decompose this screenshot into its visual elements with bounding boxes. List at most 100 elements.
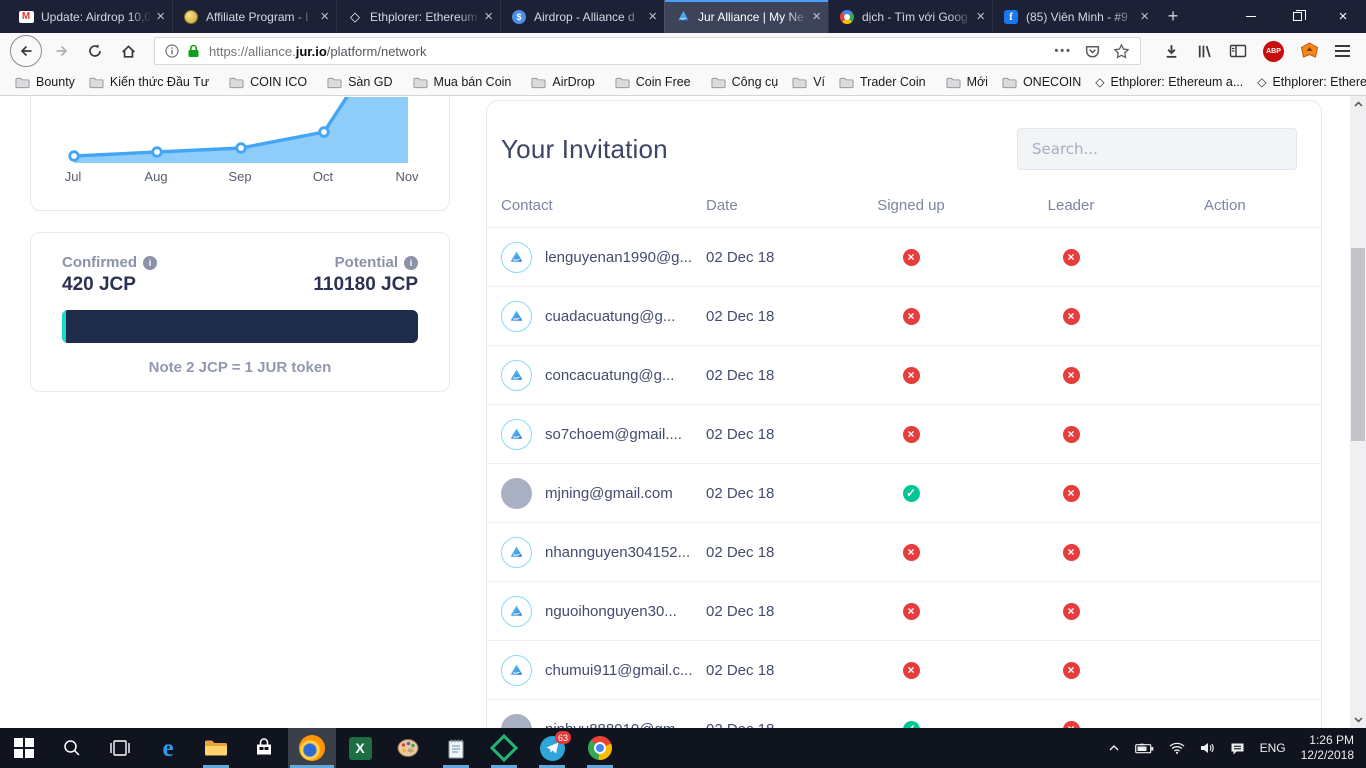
taskbar-paint-icon[interactable] bbox=[384, 728, 432, 768]
page-actions-icon[interactable]: ••• bbox=[1054, 45, 1072, 57]
new-tab-button[interactable]: + bbox=[1156, 0, 1190, 33]
bookmark-folder[interactable]: Công cụ bbox=[704, 71, 786, 93]
site-info-icon[interactable] bbox=[165, 44, 179, 58]
bookmark-star-icon[interactable] bbox=[1113, 42, 1130, 60]
browser-tab-facebook[interactable]: f (85) Viên Minh - #9 × bbox=[992, 0, 1156, 33]
forward-button[interactable] bbox=[47, 36, 77, 66]
taskbar-notepad-icon[interactable] bbox=[432, 728, 480, 768]
close-button[interactable]: × bbox=[1320, 0, 1366, 33]
minimize-button[interactable] bbox=[1228, 0, 1274, 33]
taskbar-task-view-icon[interactable] bbox=[96, 728, 144, 768]
signed-up-cell: × bbox=[836, 307, 986, 325]
downloads-icon[interactable] bbox=[1163, 43, 1180, 60]
browser-tab-ethplorer[interactable]: ◇ Ethplorer: Ethereum × bbox=[336, 0, 500, 33]
metamask-icon[interactable] bbox=[1300, 42, 1319, 60]
tab-close-icon[interactable]: × bbox=[812, 9, 821, 24]
table-row: nguoihonguyen30... 02 Dec 18 × × bbox=[487, 581, 1321, 640]
bookmark-folder[interactable]: Trader Coin bbox=[832, 71, 933, 93]
bookmark-folder[interactable]: ONECOIN bbox=[995, 71, 1088, 93]
bookmark-folder[interactable]: Bounty bbox=[8, 71, 82, 93]
x-tick-label: Jul bbox=[64, 169, 82, 184]
https-padlock-icon[interactable] bbox=[187, 44, 200, 58]
taskbar-search-icon[interactable] bbox=[48, 728, 96, 768]
restore-button[interactable] bbox=[1274, 0, 1320, 33]
library-icon[interactable] bbox=[1196, 43, 1213, 60]
bookmark-label: Công cụ bbox=[731, 75, 779, 89]
date-cell: 02 Dec 18 bbox=[706, 721, 836, 729]
tab-close-icon[interactable]: × bbox=[484, 9, 493, 24]
scroll-up-arrow[interactable] bbox=[1350, 96, 1366, 112]
scrollbar-thumb[interactable] bbox=[1351, 248, 1365, 441]
scroll-down-arrow[interactable] bbox=[1350, 712, 1366, 728]
bookmark-label: Ethplorer: Ethereum a... bbox=[1272, 75, 1366, 89]
bookmark-folder[interactable]: Coin Free bbox=[608, 71, 698, 93]
reload-button[interactable] bbox=[80, 36, 110, 66]
bookmarks-bar: Bounty Kiến thức Đầu Tư COIN ICO Sàn GD Mua … bbox=[0, 69, 1366, 96]
tab-close-icon[interactable]: × bbox=[976, 9, 985, 24]
jcp-progress-fill bbox=[62, 310, 66, 343]
info-icon[interactable]: i bbox=[404, 255, 418, 270]
jcp-note: Note 2 JCP = 1 JUR token bbox=[148, 359, 332, 376]
info-icon[interactable]: i bbox=[143, 255, 157, 270]
bookmark-folder[interactable]: COIN ICO bbox=[222, 71, 314, 93]
taskbar-explorer-icon[interactable] bbox=[192, 728, 240, 768]
taskbar-firefox-icon[interactable] bbox=[288, 728, 336, 768]
taskbar-store-icon[interactable] bbox=[240, 728, 288, 768]
language-indicator[interactable]: ENG bbox=[1260, 741, 1286, 755]
taskbar-green-diamond-icon[interactable] bbox=[480, 728, 528, 768]
browser-scrollbar[interactable] bbox=[1350, 96, 1366, 728]
cross-circle-icon: × bbox=[1062, 366, 1080, 384]
browser-tab-coin[interactable]: Affiliate Program - I × bbox=[172, 0, 336, 33]
bookmark-folder[interactable]: Mua bán Coin bbox=[406, 71, 519, 93]
wifi-icon[interactable] bbox=[1169, 742, 1185, 754]
browser-tab-gmail[interactable]: M Update: Airdrop 10,0 × bbox=[8, 0, 172, 33]
bookmark-label: AirDrop bbox=[552, 75, 595, 89]
jur-logo-avatar bbox=[501, 536, 532, 568]
taskbar-start-icon[interactable] bbox=[0, 728, 48, 768]
table-header-row: Contact Date Signed up Leader Action bbox=[487, 183, 1321, 227]
bookmark-link[interactable]: ◇ Ethplorer: Ethereum a... bbox=[1088, 71, 1250, 93]
cross-circle-icon: × bbox=[902, 602, 920, 620]
signed-up-cell: × bbox=[836, 661, 986, 679]
browser-tab-jur[interactable]: Jur Alliance | My Ne × bbox=[664, 0, 828, 33]
bookmark-folder[interactable]: AirDrop bbox=[524, 71, 601, 93]
sidebar-icon[interactable] bbox=[1229, 43, 1247, 59]
home-button[interactable] bbox=[113, 36, 143, 66]
adblock-plus-icon[interactable]: ABP bbox=[1263, 40, 1284, 62]
folder-icon bbox=[615, 76, 630, 89]
cross-circle-icon: × bbox=[1062, 425, 1080, 443]
taskbar-chrome-icon[interactable] bbox=[576, 728, 624, 768]
contact-email: mjning@gmail.com bbox=[545, 484, 673, 502]
tab-close-icon[interactable]: × bbox=[648, 9, 657, 24]
taskbar-excel-icon[interactable]: X bbox=[336, 728, 384, 768]
clock[interactable]: 1:26 PM 12/2/2018 bbox=[1301, 733, 1354, 763]
url-bar[interactable]: https://alliance.jur.io/platform/network… bbox=[154, 37, 1141, 65]
action-center-icon[interactable] bbox=[1230, 742, 1245, 755]
browser-tab-google[interactable]: dịch - Tìm với Goog × bbox=[828, 0, 992, 33]
browser-tab-alliance[interactable]: $ Airdrop - Alliance d × bbox=[500, 0, 664, 33]
back-button[interactable] bbox=[10, 35, 42, 67]
search-input[interactable] bbox=[1017, 128, 1297, 170]
cross-circle-icon: × bbox=[902, 425, 920, 443]
battery-icon[interactable] bbox=[1134, 743, 1154, 754]
navigation-toolbar: https://alliance.jur.io/platform/network… bbox=[0, 33, 1366, 69]
tray-chevron-icon[interactable] bbox=[1108, 743, 1120, 753]
bookmark-link[interactable]: ◇ Ethplorer: Ethereum a... bbox=[1250, 71, 1366, 93]
menu-hamburger-icon[interactable] bbox=[1335, 45, 1350, 57]
bookmark-folder[interactable]: Ví bbox=[785, 71, 832, 93]
bookmark-folder[interactable]: Kiến thức Đầu Tư bbox=[82, 71, 216, 93]
contact-cell: ninhvu888910@gm... bbox=[501, 713, 706, 728]
coin-tab-icon bbox=[183, 9, 199, 25]
bookmark-folder[interactable]: Sàn GD bbox=[320, 71, 399, 93]
tab-close-icon[interactable]: × bbox=[320, 9, 329, 24]
volume-icon[interactable] bbox=[1200, 742, 1215, 754]
tab-close-icon[interactable]: × bbox=[1140, 9, 1149, 24]
area-chart bbox=[68, 97, 408, 163]
taskbar-telegram-icon[interactable]: 63 bbox=[528, 728, 576, 768]
tab-close-icon[interactable]: × bbox=[156, 9, 165, 24]
bookmark-folder[interactable]: Mới bbox=[939, 71, 995, 93]
pocket-icon[interactable] bbox=[1084, 43, 1101, 60]
table-row: lenguyenan1990@g... 02 Dec 18 × × bbox=[487, 227, 1321, 286]
signed-up-cell: ✓ bbox=[836, 484, 986, 502]
taskbar-edge-icon[interactable]: e bbox=[144, 728, 192, 768]
